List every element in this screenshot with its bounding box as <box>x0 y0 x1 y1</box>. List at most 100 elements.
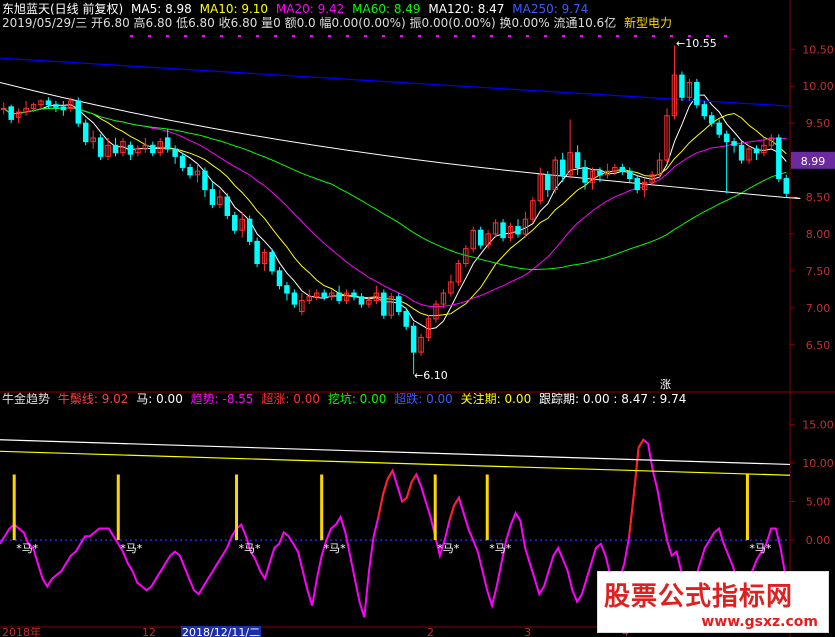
candle-body <box>619 166 626 172</box>
candle-body <box>597 170 603 176</box>
chaozhang-readout: 超涨: 0.00 <box>261 392 320 406</box>
candle-body <box>112 144 119 154</box>
candle-body <box>738 144 745 161</box>
watermark: 股票公式指标网 www.gsxz.com <box>597 571 829 633</box>
ma250-line <box>0 57 791 107</box>
top-dot-marker <box>346 35 349 37</box>
indicator-header: 牛金趋势 牛鬃线: 9.02 马: 0.00 趋势: -8.55 超涨: 0.0… <box>2 392 690 406</box>
top-dot-marker <box>328 35 331 37</box>
top-dot-marker <box>472 35 475 37</box>
sub-y-tick-label: 5.00 <box>806 495 831 508</box>
y-tick-label: 10.00 <box>802 80 834 93</box>
wakeng-readout: 挖坑: 0.00 <box>327 392 387 406</box>
top-dot-marker <box>526 35 529 37</box>
candle-body <box>321 292 327 298</box>
x-axis-label: 2018/12/11/二 <box>182 626 260 637</box>
trend-up-segment <box>382 478 389 495</box>
trend-up-segment <box>448 505 456 522</box>
trend-up-segment <box>637 439 645 448</box>
y-axis-ticks: 6.507.007.508.008.509.009.5010.0010.500.… <box>790 43 834 547</box>
ma-marker: *马* <box>16 542 38 555</box>
candle-body <box>164 137 171 150</box>
top-dot-marker <box>616 35 619 37</box>
top-dot-marker <box>508 35 511 37</box>
candle-body <box>395 296 402 313</box>
y-tick-label: 8.50 <box>806 191 831 204</box>
top-dot-marker <box>238 35 241 37</box>
indicator-name: 牛金趋势 <box>2 392 51 406</box>
top-dot-marker <box>562 35 565 37</box>
candle-body <box>202 170 208 191</box>
candle-body <box>187 166 193 176</box>
chaodie-readout: 超跌: 0.00 <box>394 392 453 406</box>
top-dot-marker <box>724 35 727 37</box>
low-annotation: ←6.10 <box>414 369 448 382</box>
guanzhu-readout: 关注期: 0.00 <box>460 392 532 406</box>
candle-body <box>477 229 484 246</box>
x-axis-label: 3 <box>524 626 531 637</box>
candle-body <box>716 122 722 135</box>
y-tick-label: 8.00 <box>806 228 831 241</box>
candle-body <box>679 74 685 98</box>
ma5-readout: MA5: 8.98 <box>131 2 192 16</box>
x-axis-label: 2 <box>427 626 434 637</box>
top-dot-marker <box>166 35 169 37</box>
ma-marker: *马* <box>489 542 511 555</box>
ma60-readout: MA60: 8.49 <box>352 2 421 16</box>
candle-body <box>783 178 790 194</box>
date-readout: 2019/05/29/三 开6.80 高6.80 低6.80 收6.80 量0 … <box>2 16 617 30</box>
price-tag: 8.99 <box>801 155 826 168</box>
candle-body <box>634 178 640 191</box>
top-dot-marker <box>256 35 259 37</box>
candle-body <box>97 137 104 157</box>
top-dot-marker <box>580 35 583 37</box>
sub-y-tick-label: 10.00 <box>802 457 834 470</box>
candlestick-series <box>0 45 790 375</box>
chart-header-line1: 东旭蓝天(日线 前复权) MA5: 8.98 MA10: 9.10 MA20: … <box>2 2 592 16</box>
trend-up-segment <box>453 497 460 506</box>
ma120-readout: MA120: 8.47 <box>428 2 505 16</box>
candle-body <box>127 144 134 155</box>
candle-body <box>694 81 700 106</box>
candle-body <box>358 296 365 305</box>
trend-readout: 趋势: -8.55 <box>190 392 254 406</box>
moving-average-lines <box>0 57 801 330</box>
candle-body <box>0 107 7 110</box>
watermark-url: www.gsxz.com <box>701 614 818 630</box>
top-dot-marker <box>310 35 313 37</box>
top-dot-marker <box>436 35 439 37</box>
ma-marker: *马* <box>437 542 459 555</box>
trend-up-segment <box>377 493 385 518</box>
chart-annotations: ←10.55←6.10涨8.99*马**马**马**马**马**马**马**马*… <box>2 35 835 637</box>
reference-line <box>0 450 791 476</box>
candle-body <box>545 174 551 191</box>
stock-title: 东旭蓝天(日线 前复权) <box>2 2 124 16</box>
trend-up-segment <box>401 496 408 503</box>
top-dot-marker <box>274 35 277 37</box>
candle-body <box>731 141 737 146</box>
trend-up-segment <box>387 470 394 479</box>
high-annotation: ←10.55 <box>676 37 717 50</box>
candle-body <box>410 325 417 353</box>
candle-body <box>336 292 342 301</box>
y-tick-label: 7.00 <box>806 302 831 315</box>
top-dot-marker <box>148 35 151 37</box>
candle-body <box>381 292 387 316</box>
trend-up-segment <box>628 493 635 537</box>
genzong-readout: 跟踪期: 0.00 : 8.47 : 9.74 <box>539 392 687 406</box>
ma10-readout: MA10: 9.10 <box>199 2 269 16</box>
ma250-readout: MA250: 9.74 <box>512 2 589 16</box>
top-dot-marker <box>706 35 709 37</box>
top-dot-marker <box>202 35 205 37</box>
candle-body <box>776 137 782 180</box>
candle-body <box>60 106 67 111</box>
candle-body <box>351 292 357 298</box>
candle-body <box>500 222 506 239</box>
sub-y-tick-label: 0.00 <box>806 534 831 547</box>
top-dot-marker <box>364 35 367 37</box>
top-dot-marker <box>652 35 655 37</box>
candle-body <box>45 100 52 106</box>
chart-header-line2: 2019/05/29/三 开6.80 高6.80 低6.80 收6.80 量0 … <box>2 16 676 30</box>
candle-body <box>574 152 581 168</box>
candle-body <box>75 100 81 124</box>
